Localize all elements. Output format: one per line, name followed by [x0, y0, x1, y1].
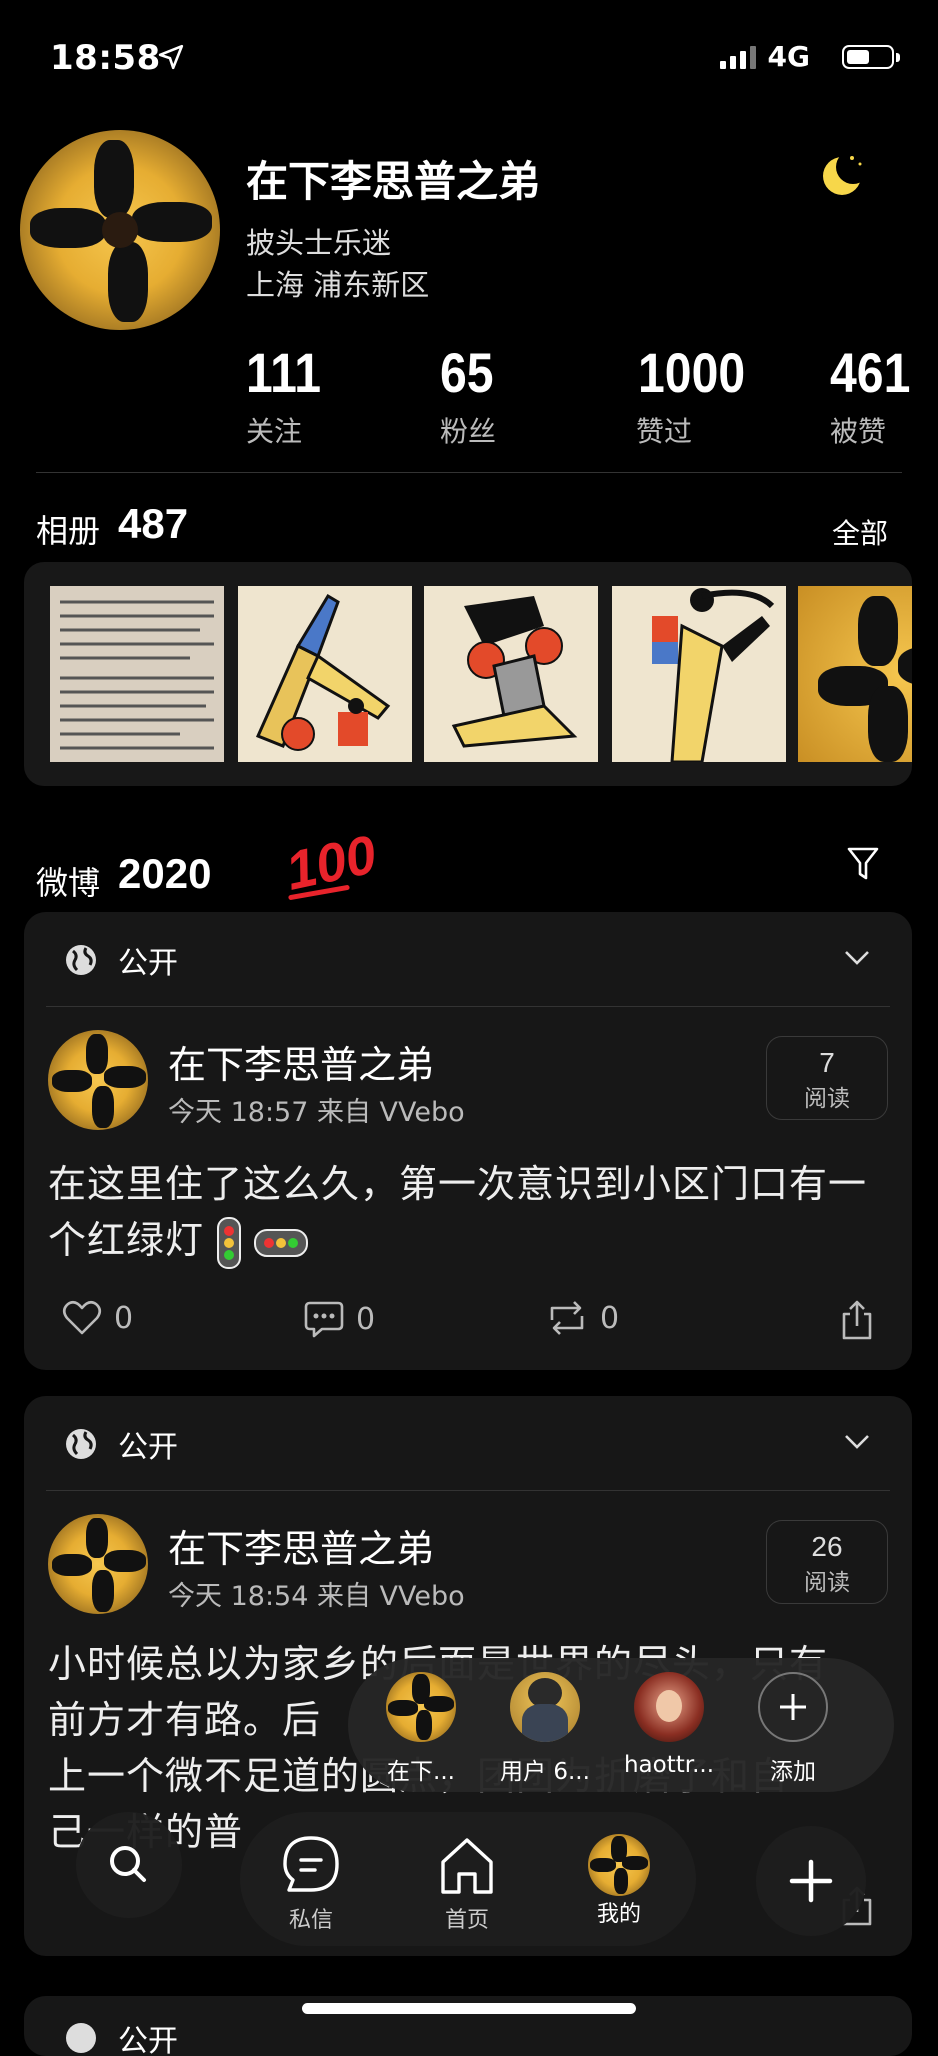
- plus-icon: [780, 1694, 806, 1720]
- post-text: 在这里住了这么久，第一次意识到小区门口有一个红绿灯: [48, 1156, 888, 1269]
- add-account-circle: [758, 1672, 828, 1742]
- stat-received-likes-label: 被赞: [830, 415, 887, 448]
- battery-icon: [842, 45, 894, 69]
- album-all-link[interactable]: 全部: [832, 512, 888, 552]
- album-thumb-dancer-2[interactable]: [424, 586, 598, 762]
- repost-count: 0: [600, 1300, 620, 1336]
- post-card[interactable]: 公开 在下李思普之弟 今天 18:57 来自 VVebo 7 阅读 在这里住了这…: [24, 912, 912, 1370]
- album-count: 487: [118, 500, 189, 547]
- profile-name: 在下李思普之弟: [246, 157, 541, 206]
- plus-icon: [789, 1859, 833, 1903]
- chevron-down-icon[interactable]: [844, 950, 870, 966]
- search-icon: [110, 1846, 146, 1882]
- account-item[interactable]: 在下...: [366, 1672, 476, 1786]
- album-thumb-dancer-3[interactable]: [612, 586, 786, 762]
- stat-following-label: 关注: [246, 415, 303, 448]
- nav-messages[interactable]: 私信: [256, 1834, 366, 1934]
- stat-followers-label: 粉丝: [440, 415, 497, 448]
- stat-followers-count[interactable]: 65: [440, 340, 494, 405]
- visibility-label[interactable]: 公开: [118, 938, 178, 982]
- home-icon: [441, 1838, 493, 1894]
- chat-bubble-icon: [283, 1836, 339, 1892]
- nav-me[interactable]: 我的: [564, 1834, 674, 1928]
- account-item[interactable]: 用户 6...: [490, 1672, 600, 1786]
- search-button[interactable]: [76, 1812, 182, 1918]
- album-thumb-page[interactable]: [50, 586, 224, 762]
- like-count: 0: [114, 1300, 134, 1336]
- account-avatar: [386, 1672, 456, 1742]
- chevron-down-icon[interactable]: [844, 1434, 870, 1450]
- album-thumb-portrait[interactable]: [798, 586, 912, 762]
- profile-bio: 披头士乐迷: [246, 226, 392, 260]
- nav-home-label: 首页: [444, 1908, 489, 1933]
- post-author[interactable]: 在下李思普之弟: [168, 1034, 434, 1089]
- comment-count: 0: [356, 1301, 376, 1337]
- night-mode-icon[interactable]: [818, 150, 866, 198]
- read-count-badge: 26 阅读: [766, 1520, 888, 1604]
- read-count-badge: 7 阅读: [766, 1036, 888, 1120]
- read-label: 阅读: [804, 1570, 850, 1596]
- nav-messages-label: 私信: [288, 1908, 333, 1933]
- profile-avatar[interactable]: [20, 130, 220, 330]
- traffic-light-horizontal-icon: [254, 1228, 309, 1257]
- filter-icon[interactable]: [846, 846, 880, 882]
- traffic-light-vertical-icon: [217, 1216, 242, 1269]
- comment-icon: [304, 1301, 344, 1338]
- location-arrow-icon: [158, 44, 184, 70]
- account-avatar: [634, 1672, 704, 1742]
- read-count: 7: [819, 1047, 835, 1078]
- account-switcher: 在下... 用户 6... haottr... 添加: [348, 1658, 894, 1792]
- globe-icon: [66, 945, 96, 975]
- bottom-nav: 私信 首页 我的: [240, 1812, 696, 1946]
- album-strip[interactable]: [24, 562, 912, 786]
- post-avatar[interactable]: [48, 1514, 148, 1614]
- post-meta: 今天 18:54 来自 VVebo: [168, 1581, 465, 1612]
- weibo-section-title: 微博: [36, 864, 101, 902]
- album-title: 相册: [36, 512, 101, 550]
- cellular-signal-icon: [720, 46, 756, 69]
- battery-cap: [896, 53, 900, 62]
- nav-me-avatar: [588, 1834, 650, 1896]
- add-account-button[interactable]: 添加: [738, 1672, 848, 1786]
- card-divider: [46, 1006, 890, 1007]
- repost-icon: [550, 1301, 584, 1335]
- nav-home[interactable]: 首页: [412, 1834, 522, 1934]
- like-button[interactable]: 0: [62, 1300, 133, 1336]
- status-time: 18:58: [50, 38, 161, 78]
- weibo-year: 2020: [118, 850, 212, 897]
- share-icon[interactable]: [840, 1300, 874, 1340]
- account-label: 在下...: [387, 1759, 455, 1785]
- network-type: 4G: [767, 40, 810, 73]
- card-divider: [46, 1490, 890, 1491]
- stat-liked-count[interactable]: 1000: [638, 340, 745, 405]
- globe-icon: [66, 1429, 96, 1459]
- stat-received-likes-count[interactable]: 461: [830, 340, 910, 405]
- comment-button[interactable]: 0: [304, 1300, 375, 1338]
- stat-following-count[interactable]: 111: [246, 340, 321, 405]
- read-count: 26: [811, 1531, 843, 1562]
- account-label: haottr...: [623, 1752, 715, 1778]
- globe-icon: [66, 2023, 96, 2053]
- post-avatar[interactable]: [48, 1030, 148, 1130]
- nav-me-label: 我的: [596, 1902, 641, 1927]
- post-meta: 今天 18:57 来自 VVebo: [168, 1097, 465, 1128]
- account-label: 用户 6...: [500, 1759, 590, 1785]
- account-avatar: [510, 1672, 580, 1742]
- stat-liked-label: 赞过: [636, 415, 693, 448]
- account-label: 添加: [770, 1759, 816, 1785]
- post-author[interactable]: 在下李思普之弟: [168, 1518, 434, 1573]
- album-thumb-dancer-1[interactable]: [238, 586, 412, 762]
- read-label: 阅读: [804, 1086, 850, 1112]
- visibility-label[interactable]: 公开: [118, 2016, 178, 2056]
- home-indicator[interactable]: [302, 2003, 636, 2014]
- account-item[interactable]: haottr...: [614, 1672, 724, 1778]
- repost-button[interactable]: 0: [546, 1300, 619, 1336]
- heart-icon: [62, 1300, 102, 1335]
- profile-divider: [36, 472, 902, 473]
- compose-button[interactable]: [756, 1826, 866, 1936]
- visibility-label[interactable]: 公开: [118, 1422, 178, 1466]
- profile-location: 上海 浦东新区: [246, 268, 430, 302]
